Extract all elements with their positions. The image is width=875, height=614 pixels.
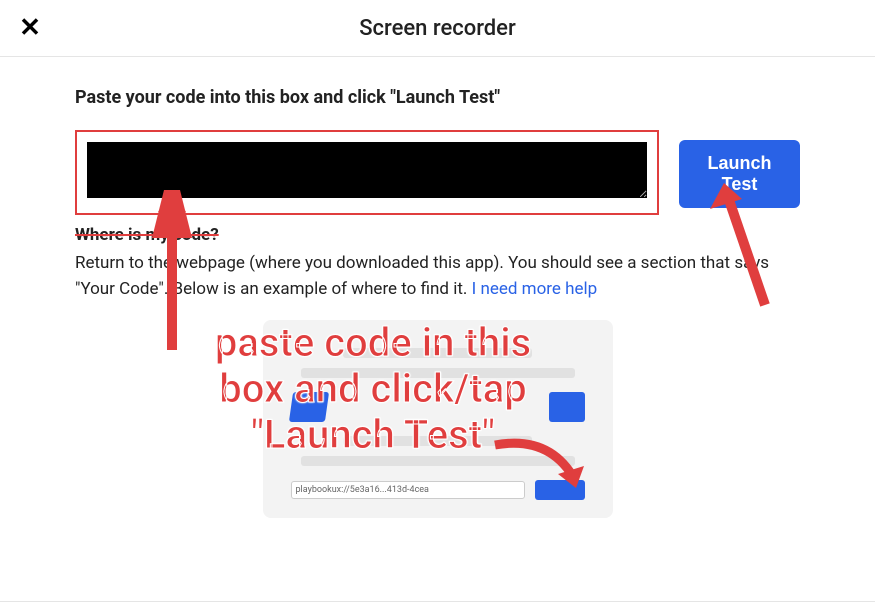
example-os-icon — [288, 392, 328, 422]
example-button — [535, 480, 585, 500]
example-code-row: playbookux://5e3a16...413d-4cea — [291, 480, 585, 500]
help-text: Return to the webpage (where you downloa… — [75, 251, 800, 302]
help-text-body: Return to the webpage (where you downloa… — [75, 253, 769, 299]
footer-divider — [0, 601, 875, 602]
modal-content: Paste your code into this box and click … — [0, 57, 875, 518]
example-code-text: playbookux://5e3a16...413d-4cea — [291, 481, 525, 499]
close-icon: ✕ — [19, 13, 41, 43]
close-button[interactable]: ✕ — [18, 16, 42, 40]
modal-header: ✕ Screen recorder — [0, 0, 875, 57]
code-box-highlight — [75, 130, 659, 215]
example-line — [343, 436, 531, 446]
modal-title: Screen recorder — [0, 16, 875, 41]
example-line — [301, 368, 575, 378]
code-input[interactable] — [87, 142, 647, 198]
need-more-help-link[interactable]: I need more help — [472, 279, 598, 299]
example-screenshot: playbookux://5e3a16...413d-4cea — [263, 320, 613, 518]
where-is-code-heading: Where is my code? — [75, 225, 800, 245]
code-input-row: Launch Test — [75, 130, 800, 215]
instruction-heading: Paste your code into this box and click … — [75, 87, 800, 108]
example-line — [343, 348, 531, 358]
example-line — [301, 456, 575, 466]
launch-test-button[interactable]: Launch Test — [679, 140, 800, 208]
example-icon-row — [291, 392, 585, 422]
example-os-icon — [549, 392, 585, 422]
